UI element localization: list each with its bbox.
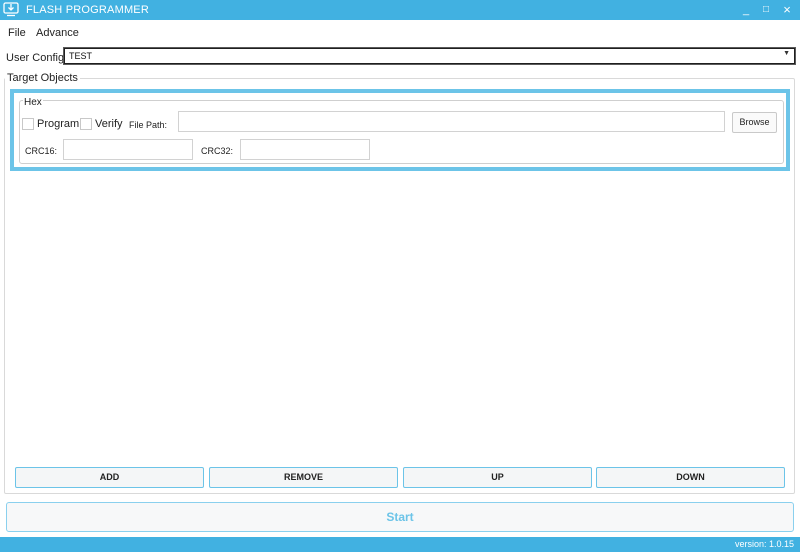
flash-programmer-window: FLASH PROGRAMMER _ □ × File Advance User… xyxy=(0,0,800,552)
status-bar: version: 1.0.15 xyxy=(0,537,800,552)
remove-button[interactable]: REMOVE xyxy=(209,467,398,488)
window-title: FLASH PROGRAMMER xyxy=(26,4,149,16)
user-config-label: User Config: xyxy=(6,52,68,64)
download-app-icon xyxy=(3,2,19,17)
title-bar[interactable]: FLASH PROGRAMMER _ □ × xyxy=(0,0,800,20)
crc32-input[interactable] xyxy=(240,139,370,160)
add-button[interactable]: ADD xyxy=(15,467,204,488)
menu-file[interactable]: File xyxy=(8,27,26,39)
program-checkbox[interactable] xyxy=(22,118,34,130)
user-config-value: TEST xyxy=(69,51,93,61)
crc16-label: CRC16: xyxy=(25,146,58,156)
close-button[interactable]: × xyxy=(777,2,797,18)
crc16-input[interactable] xyxy=(63,139,193,160)
program-label: Program xyxy=(37,118,80,130)
menu-bar: File Advance xyxy=(0,24,800,42)
verify-label: Verify xyxy=(95,118,123,130)
version-label: version: 1.0.15 xyxy=(734,539,794,549)
up-button[interactable]: UP xyxy=(403,467,592,488)
target-objects-legend: Target Objects xyxy=(5,72,80,84)
verify-checkbox[interactable] xyxy=(80,118,92,130)
maximize-button[interactable]: □ xyxy=(756,2,776,18)
file-path-input[interactable] xyxy=(178,111,725,132)
file-path-label: File Path: xyxy=(129,120,168,130)
crc32-label: CRC32: xyxy=(201,146,234,156)
hex-target-item[interactable]: Hex Program Verify File Path: Browse CRC… xyxy=(10,89,790,171)
hex-legend: Hex xyxy=(23,97,43,108)
down-button[interactable]: DOWN xyxy=(596,467,785,488)
browse-button[interactable]: Browse xyxy=(732,112,777,133)
menu-advance[interactable]: Advance xyxy=(36,27,79,39)
user-config-dropdown[interactable]: TEST ▼ xyxy=(63,47,796,65)
dropdown-arrow-icon: ▼ xyxy=(783,50,790,57)
minimize-button[interactable]: _ xyxy=(736,2,756,18)
start-button[interactable]: Start xyxy=(6,502,794,532)
